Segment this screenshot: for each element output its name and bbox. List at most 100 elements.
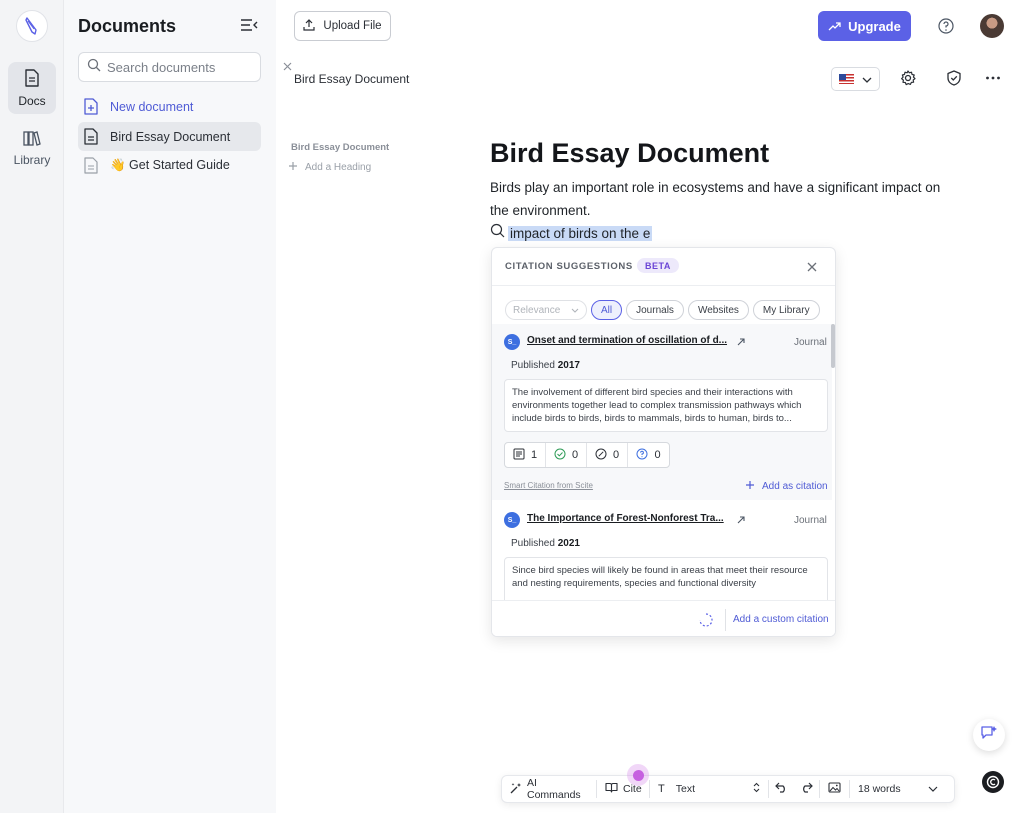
upload-icon	[303, 18, 323, 34]
citation-result[interactable]: S_ Onset and termination of oscillation …	[492, 324, 832, 500]
published-line: Published 2021	[511, 538, 580, 549]
text-style-select[interactable]: T Text	[650, 776, 768, 802]
doc-item-label: Bird Essay Document	[110, 129, 231, 144]
smart-citation-link[interactable]: Smart Citation from Scite	[504, 481, 593, 490]
stat-mentioning[interactable]: 0	[628, 443, 669, 467]
magic-wand-icon	[510, 782, 522, 797]
divider	[725, 609, 726, 631]
document-icon	[24, 68, 40, 90]
search-input[interactable]	[107, 59, 283, 75]
stat-citing-docs[interactable]: 1	[505, 443, 546, 467]
doc-item-label: New document	[110, 99, 194, 114]
list-doc-icon	[513, 448, 525, 463]
feedback-chat-button[interactable]	[973, 719, 1005, 751]
result-type: Journal	[794, 515, 827, 526]
result-title-link[interactable]: Onset and termination of oscillation of …	[527, 335, 727, 346]
documents-sidebar: Documents New document Bird Essay Docume…	[64, 0, 292, 813]
question-circle-icon	[636, 448, 648, 463]
filter-chip-my-library[interactable]: My Library	[752, 300, 820, 320]
citation-result[interactable]: S_ The Importance of Forest-Nonforest Tr…	[492, 500, 832, 600]
citation-query[interactable]: impact of birds on the e	[490, 223, 653, 243]
close-icon[interactable]	[806, 260, 818, 272]
beta-badge: BETA	[637, 258, 679, 273]
add-custom-citation-button[interactable]: Add a custom citation	[733, 614, 829, 625]
stat-supporting[interactable]: 0	[546, 443, 587, 467]
plus-icon	[288, 161, 298, 174]
trending-up-icon	[828, 19, 848, 34]
result-type: Journal	[794, 337, 827, 348]
text-type-icon: T	[658, 783, 665, 795]
external-link-icon[interactable]	[736, 512, 746, 524]
chevron-down-icon	[571, 305, 579, 316]
redo-icon	[800, 782, 813, 796]
undo-button[interactable]	[769, 776, 794, 802]
up-down-chevron-icon	[753, 782, 760, 796]
sort-label: Relevance	[513, 304, 561, 316]
shield-check-icon[interactable]	[945, 69, 963, 87]
clear-search-icon[interactable]	[283, 58, 292, 76]
published-year: 2021	[557, 538, 580, 549]
copyright-logo-icon[interactable]	[982, 771, 1004, 793]
upgrade-button[interactable]: Upgrade	[818, 11, 911, 41]
doc-icon	[82, 128, 100, 146]
filter-chip-journals[interactable]: Journals	[626, 300, 684, 320]
sidebar-title: Documents	[78, 16, 177, 36]
word-count-select[interactable]: 18 words	[850, 776, 946, 802]
insert-image-button[interactable]	[820, 776, 849, 802]
chevron-down-icon	[928, 783, 938, 795]
book-open-icon	[605, 782, 618, 796]
sort-select[interactable]: Relevance	[505, 300, 587, 320]
chevron-down-icon	[862, 70, 872, 88]
upload-file-button[interactable]: Upload File	[294, 11, 391, 41]
search-icon	[87, 58, 101, 77]
outline-document-title[interactable]: Bird Essay Document	[291, 142, 389, 153]
filter-chip-websites[interactable]: Websites	[687, 300, 749, 320]
search-icon	[490, 223, 505, 243]
recording-indicator[interactable]	[627, 764, 649, 786]
search-box	[78, 52, 292, 82]
settings-gear-icon[interactable]	[899, 69, 917, 87]
doc-item-bird-essay[interactable]: Bird Essay Document	[78, 122, 261, 151]
more-options-icon[interactable]	[984, 69, 1002, 87]
add-as-citation-button[interactable]: Add as citation	[745, 480, 828, 493]
app-rail: Docs Library	[0, 0, 64, 813]
panel-footer: Add a custom citation	[492, 600, 835, 636]
citation-results-list[interactable]: S_ Onset and termination of oscillation …	[492, 324, 835, 600]
slash-circle-icon	[595, 448, 607, 463]
add-heading-button[interactable]: Add a Heading	[288, 161, 371, 174]
citation-filters: Relevance All Journals Websites My Libra…	[505, 300, 820, 320]
source-badge: S_	[504, 334, 520, 350]
citation-stats: 1 0 0 0	[504, 442, 670, 468]
books-icon	[23, 130, 41, 149]
plus-icon	[745, 480, 755, 493]
external-link-icon[interactable]	[736, 334, 746, 346]
citation-suggestions-panel: CITATION SUGGESTIONS BETA Relevance All …	[491, 247, 836, 637]
doc-item-label: 👋 Get Started Guide	[110, 158, 230, 172]
redo-button[interactable]	[794, 776, 819, 802]
new-document-link[interactable]: New document	[78, 92, 261, 121]
doc-item-get-started[interactable]: 👋 Get Started Guide	[78, 151, 261, 180]
stat-contrasting[interactable]: 0	[587, 443, 628, 467]
document-heading[interactable]: Bird Essay Document	[490, 138, 769, 169]
help-icon[interactable]	[937, 17, 955, 35]
avatar[interactable]	[980, 14, 1004, 38]
undo-icon	[775, 782, 788, 796]
rail-item-label: Docs	[18, 93, 46, 108]
results-scrollbar[interactable]	[831, 324, 835, 368]
app-logo-icon[interactable]	[16, 10, 48, 42]
rail-item-docs[interactable]: Docs	[8, 62, 56, 114]
language-select[interactable]	[831, 67, 880, 91]
rail-item-library[interactable]: Library	[8, 122, 56, 174]
document-paragraph[interactable]: Birds play an important role in ecosyste…	[490, 176, 960, 222]
result-title-link[interactable]: The Importance of Forest-Nonforest Tra..…	[527, 513, 724, 524]
ai-commands-button[interactable]: AI Commands	[502, 776, 596, 802]
upgrade-label: Upgrade	[848, 18, 901, 34]
new-doc-icon	[82, 98, 100, 116]
selected-query-text[interactable]: impact of birds on the e	[508, 225, 653, 241]
panel-title: CITATION SUGGESTIONS	[505, 261, 633, 272]
filter-chip-all[interactable]: All	[591, 300, 623, 320]
source-badge: S_	[504, 512, 520, 528]
rail-item-label: Library	[13, 152, 51, 167]
collapse-sidebar-icon[interactable]	[240, 18, 258, 34]
check-circle-icon	[554, 448, 566, 463]
